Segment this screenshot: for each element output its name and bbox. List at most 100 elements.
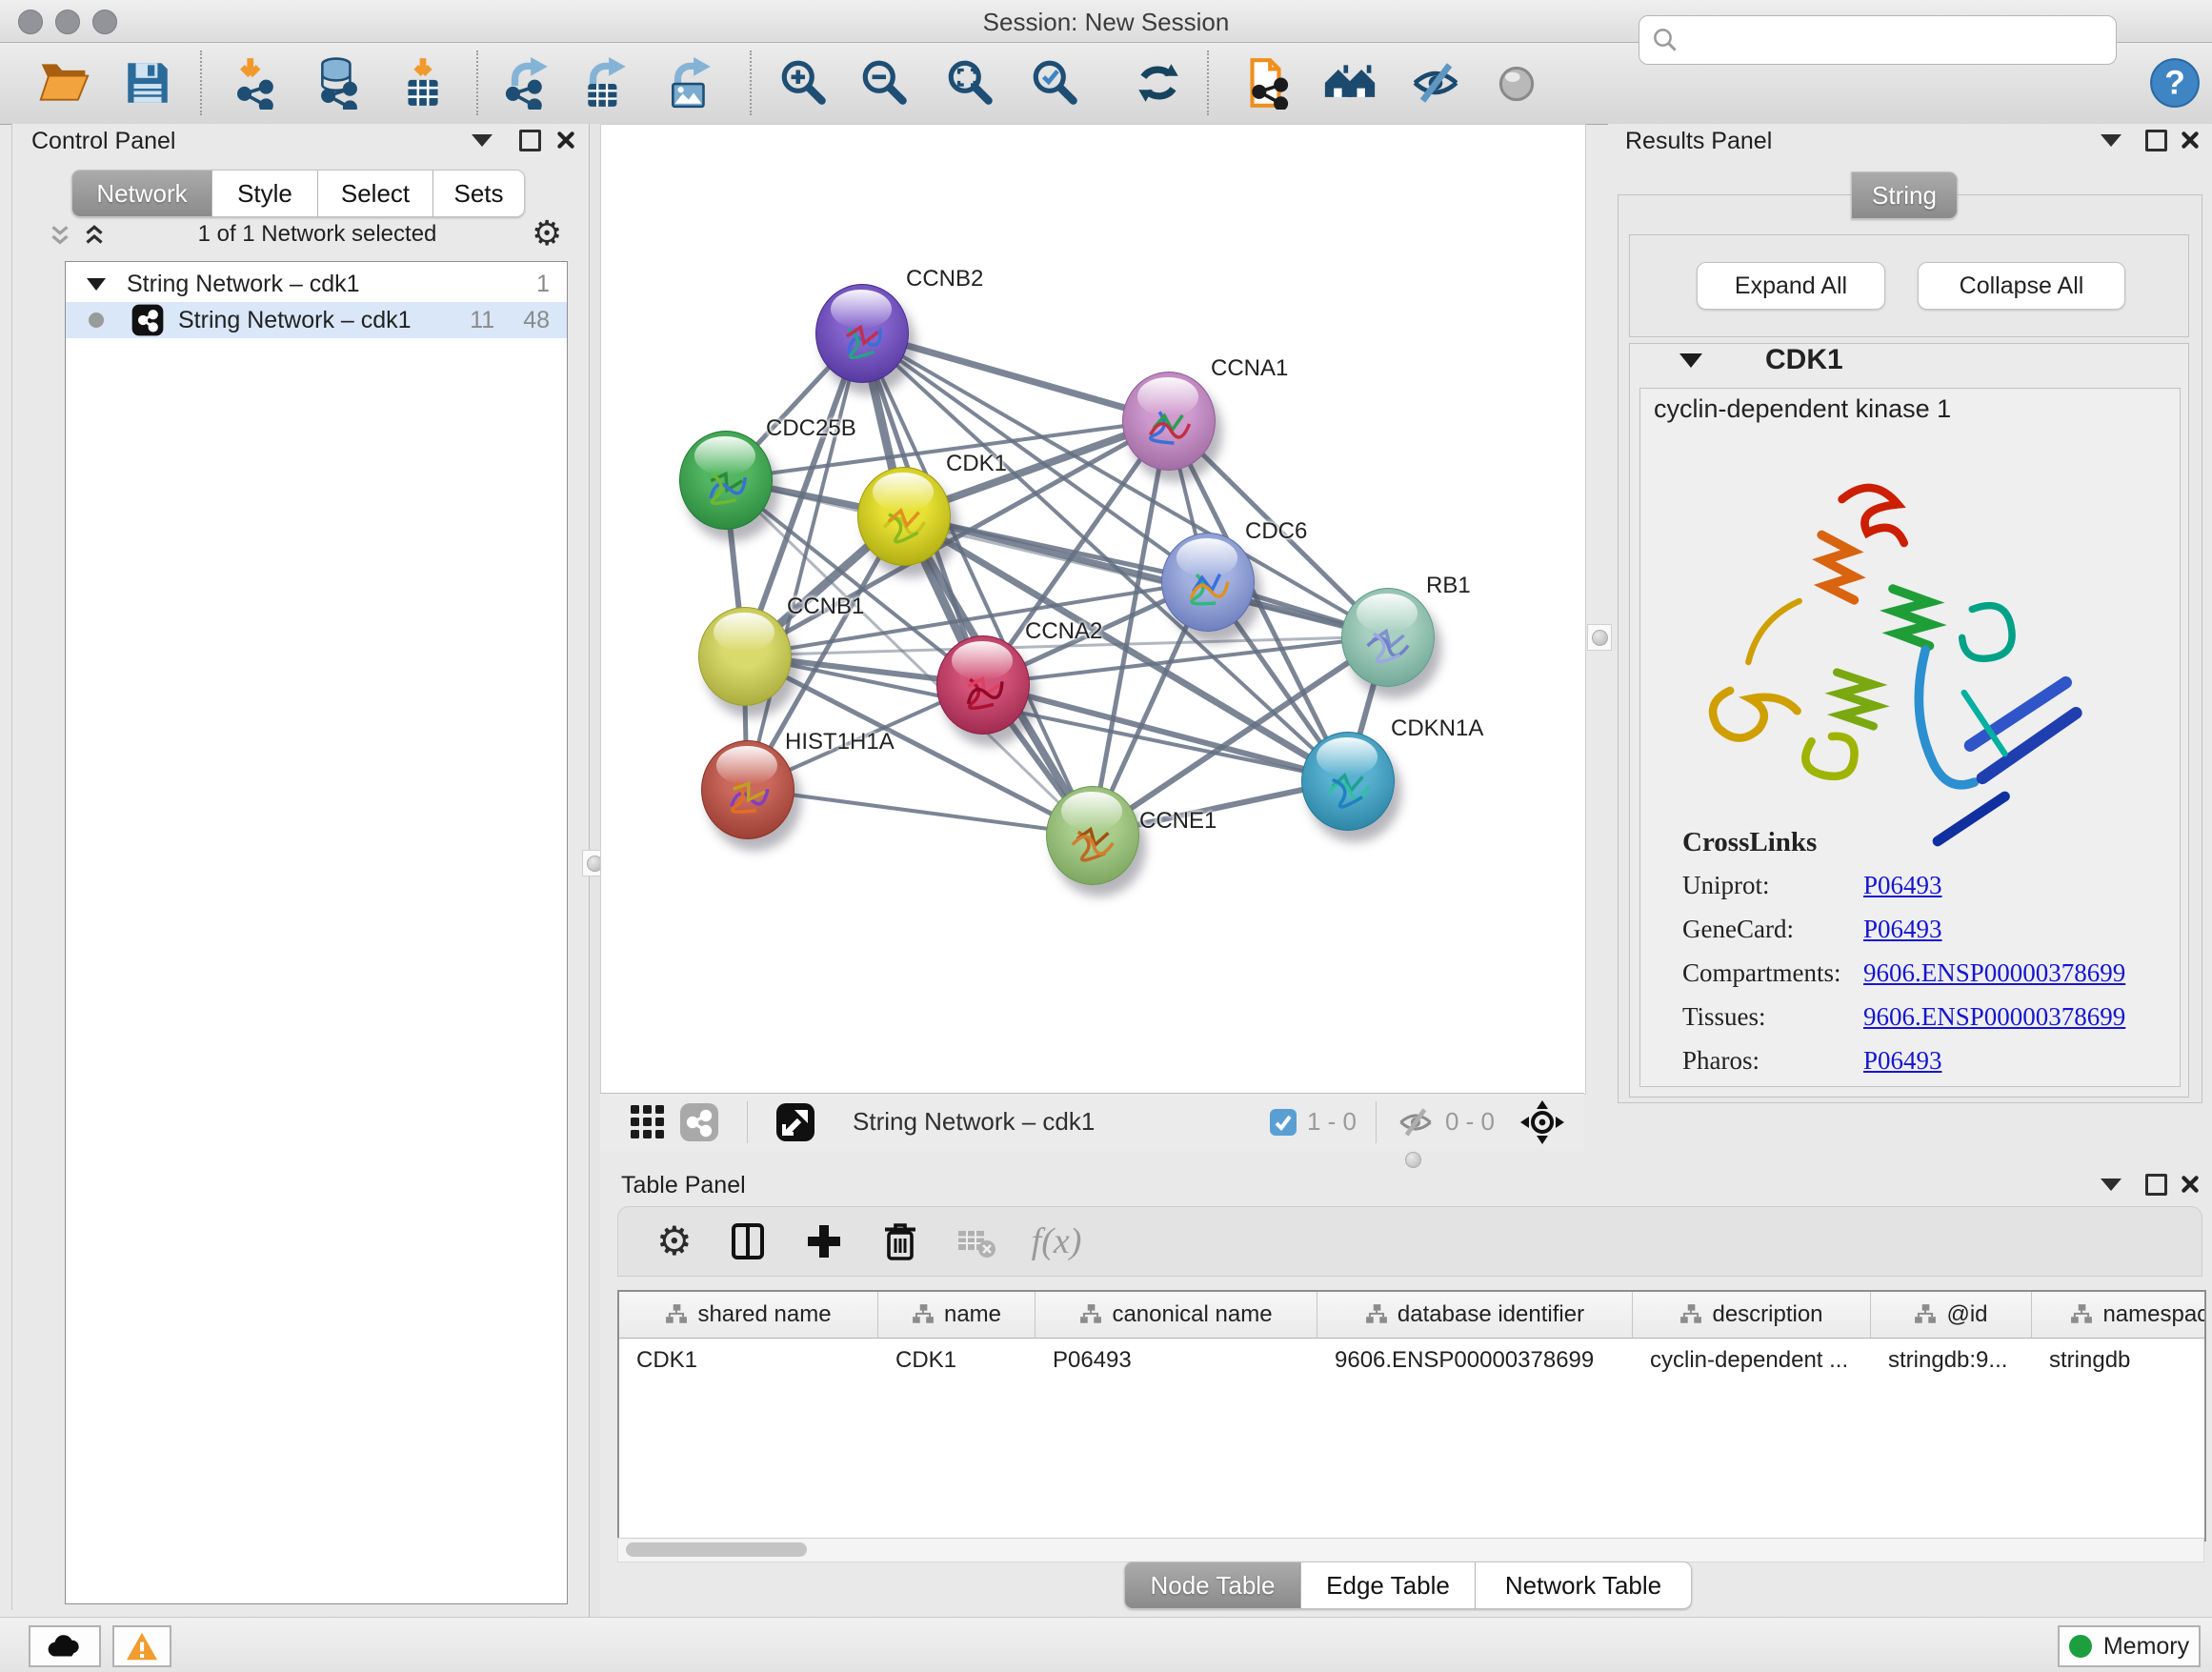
network-canvas[interactable]: CCNB2CCNA1CDC25BCDK1CDC6RB1CCNB1CCNA2CDK… (600, 124, 1586, 1095)
tab-select[interactable]: Select (318, 170, 433, 217)
tab-edge-table[interactable]: Edge Table (1301, 1561, 1476, 1609)
export-network-button[interactable] (501, 56, 554, 110)
results-panel-close-icon[interactable] (2176, 126, 2204, 154)
expand-all-button[interactable]: Expand All (1697, 262, 1885, 310)
right-splitter-handle[interactable] (1587, 624, 1612, 651)
cloud-button[interactable] (29, 1625, 101, 1667)
horizontal-splitter[interactable] (600, 1149, 2212, 1168)
save-button[interactable] (121, 56, 174, 110)
apply-layout-button[interactable] (1132, 56, 1185, 110)
hidden-eye-icon[interactable] (1396, 1102, 1436, 1142)
network-node-CCNA1[interactable] (1122, 372, 1216, 471)
table-panel-close-icon[interactable] (2176, 1170, 2204, 1199)
network-node-CCNB1[interactable] (698, 607, 792, 706)
network-node-CDKN1A[interactable] (1301, 732, 1395, 831)
add-column-icon[interactable] (803, 1220, 845, 1262)
hide-selection-button[interactable] (1409, 56, 1462, 110)
delete-table-icon[interactable] (955, 1220, 997, 1262)
table-cell[interactable]: 9606.ENSP00000378699 (1317, 1347, 1633, 1374)
zoom-fit-button[interactable] (944, 56, 997, 110)
zoom-selected-button[interactable] (1029, 56, 1082, 110)
table-cell[interactable]: stringdb:9... (1871, 1347, 2032, 1374)
crosslink-value-link[interactable]: P06493 (1863, 871, 1942, 899)
control-panel-close-icon[interactable] (552, 126, 580, 154)
table-cell[interactable]: stringdb (2032, 1347, 2206, 1374)
column-header-sharedname[interactable]: shared name (619, 1292, 878, 1338)
tab-network[interactable]: Network (71, 170, 212, 217)
collection-expanded-icon[interactable] (87, 278, 106, 291)
zoom-out-button[interactable] (858, 56, 912, 110)
table-panel-float-icon[interactable] (2142, 1170, 2170, 1199)
network-node-CCNE1[interactable] (1046, 786, 1139, 885)
table-row[interactable]: CDK1CDK1P064939606.ENSP00000378699cyclin… (619, 1339, 2204, 1382)
network-options-gear-icon[interactable]: ⚙ (532, 217, 562, 252)
column-header-canonicalname[interactable]: canonical name (1036, 1292, 1317, 1338)
selected-checkbox-icon[interactable] (1269, 1108, 1297, 1137)
network-node-RB1[interactable] (1341, 588, 1435, 687)
collapse-all-icon[interactable] (47, 223, 73, 250)
crosslink-value-link[interactable]: 9606.ENSP00000378699 (1863, 1002, 2125, 1031)
control-panel-float-icon[interactable] (515, 126, 544, 154)
show-columns-icon[interactable] (727, 1220, 769, 1262)
crosslink-value-link[interactable]: P06493 (1863, 915, 1942, 943)
table-panel-float-menu-icon[interactable] (2097, 1170, 2125, 1199)
network-node-CDK1[interactable] (857, 467, 951, 566)
memory-button[interactable]: Memory (2058, 1625, 2201, 1667)
export-image-button[interactable] (664, 56, 717, 110)
string-view-icon[interactable] (678, 1101, 720, 1143)
zoom-in-button[interactable] (777, 56, 831, 110)
table-horizontal-scrollbar[interactable] (617, 1538, 2204, 1562)
crosslink-value-link[interactable]: P06493 (1863, 1046, 1942, 1075)
control-panel-float-menu-icon[interactable] (468, 126, 496, 154)
table-cell[interactable]: cyclin-dependent ... (1633, 1347, 1871, 1374)
column-header-databaseidentifier[interactable]: database identifier (1317, 1292, 1633, 1338)
search-input[interactable] (1689, 20, 2102, 58)
network-from-selection-button[interactable] (1238, 56, 1292, 110)
network-node-CCNB2[interactable] (815, 284, 909, 383)
table-settings-gear-icon[interactable]: ⚙ (656, 1221, 693, 1261)
expand-all-icon[interactable] (81, 223, 108, 250)
birdseye-view-icon[interactable] (774, 1101, 816, 1143)
scrollbar-thumb[interactable] (626, 1542, 807, 1557)
column-header-description[interactable]: description (1633, 1292, 1871, 1338)
table-cell[interactable]: CDK1 (619, 1347, 878, 1374)
delete-column-trash-icon[interactable] (879, 1220, 921, 1262)
tab-sets[interactable]: Sets (433, 170, 525, 217)
import-database-button[interactable] (312, 56, 366, 110)
network-node-HIST1H1A[interactable] (701, 740, 794, 839)
export-table-button[interactable] (579, 56, 633, 110)
results-panel-float-icon[interactable] (2142, 126, 2170, 154)
grid-view-icon[interactable] (627, 1101, 669, 1143)
warning-button[interactable] (112, 1625, 171, 1667)
tab-style[interactable]: Style (212, 170, 318, 217)
column-header-namespace[interactable]: namespace (2032, 1292, 2206, 1338)
node-label-CCNB1: CCNB1 (787, 594, 864, 620)
function-builder-icon[interactable]: f(x) (1032, 1220, 1082, 1262)
tab-string[interactable]: String (1851, 171, 1958, 219)
show-hidden-button[interactable] (1490, 56, 1543, 110)
crosslink-value-link[interactable]: 9606.ENSP00000378699 (1863, 958, 2125, 987)
import-table-button[interactable] (396, 56, 450, 110)
network-node-CDC6[interactable] (1161, 533, 1255, 632)
network-node-CDC25B[interactable] (679, 431, 773, 530)
results-panel-float-menu-icon[interactable] (2097, 126, 2125, 154)
crosshair-icon[interactable] (1519, 1099, 1565, 1145)
help-button[interactable]: ? (2148, 56, 2202, 110)
gene-collapse-icon[interactable] (1679, 353, 1702, 368)
node-label-CCNA1: CCNA1 (1211, 355, 1288, 382)
collapse-all-button[interactable]: Collapse All (1918, 262, 2125, 310)
table-cell[interactable]: P06493 (1036, 1347, 1317, 1374)
column-header-name[interactable]: name (878, 1292, 1036, 1338)
tab-network-table[interactable]: Network Table (1476, 1561, 1692, 1609)
first-neighbors-button[interactable] (1323, 56, 1377, 110)
network-node-CCNA2[interactable] (936, 635, 1030, 735)
network-row-selected[interactable]: String Network – cdk1 11 48 (66, 302, 567, 338)
table-cell[interactable]: CDK1 (878, 1347, 1036, 1374)
folder-open-button[interactable] (37, 56, 90, 110)
column-header-id[interactable]: @id (1871, 1292, 2032, 1338)
node-label-RB1: RB1 (1426, 573, 1471, 599)
import-network-button[interactable] (231, 56, 284, 110)
tab-node-table[interactable]: Node Table (1124, 1561, 1301, 1609)
network-collection-row[interactable]: String Network – cdk1 1 (66, 266, 567, 302)
node-table[interactable]: shared namenamecanonical namedatabase id… (617, 1290, 2206, 1541)
